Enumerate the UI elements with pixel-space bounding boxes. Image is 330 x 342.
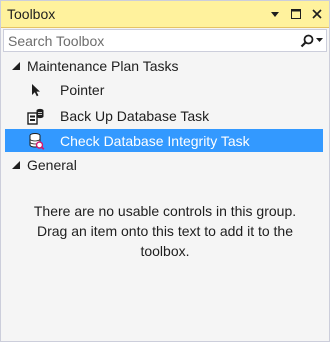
- toolbox-item-back-up-database-task[interactable]: Back Up Database Task: [5, 104, 323, 127]
- close-icon[interactable]: [308, 5, 326, 23]
- chevron-down-icon: [315, 38, 323, 42]
- item-label: Back Up Database Task: [60, 107, 210, 124]
- pointer-icon: [27, 81, 45, 99]
- title-bar[interactable]: Toolbox: [1, 1, 329, 28]
- search-input[interactable]: [4, 31, 296, 50]
- group-header-maintenance-plan-tasks[interactable]: Maintenance Plan Tasks: [1, 55, 329, 77]
- expanded-arrow-icon[interactable]: [11, 160, 21, 170]
- item-label: Pointer: [60, 81, 105, 98]
- check-database-icon: [27, 132, 45, 150]
- empty-group-message: There are no usable controls in this gro…: [33, 203, 297, 259]
- expanded-arrow-icon[interactable]: [11, 61, 21, 71]
- group-header-general[interactable]: General: [1, 154, 329, 176]
- toolbox-item-check-database-integrity-task[interactable]: Check Database Integrity Task: [5, 129, 323, 152]
- group-label: Maintenance Plan Tasks: [27, 58, 179, 74]
- toolbox-content: Maintenance Plan Tasks Pointer Back Up D…: [1, 53, 329, 341]
- group-label: General: [27, 157, 77, 173]
- search-button[interactable]: [296, 31, 326, 50]
- window-title: Toolbox: [7, 6, 56, 22]
- toolbox-item-pointer[interactable]: Pointer: [5, 78, 323, 101]
- dropdown-arrow-icon[interactable]: [266, 5, 284, 23]
- search-icon: [300, 34, 313, 47]
- toolbox-window: Toolbox Maintenance Plan Tasks: [0, 0, 330, 342]
- backup-database-icon: [27, 107, 45, 125]
- maximize-icon[interactable]: [287, 5, 305, 23]
- item-label: Check Database Integrity Task: [60, 132, 250, 149]
- search-box: [3, 29, 327, 52]
